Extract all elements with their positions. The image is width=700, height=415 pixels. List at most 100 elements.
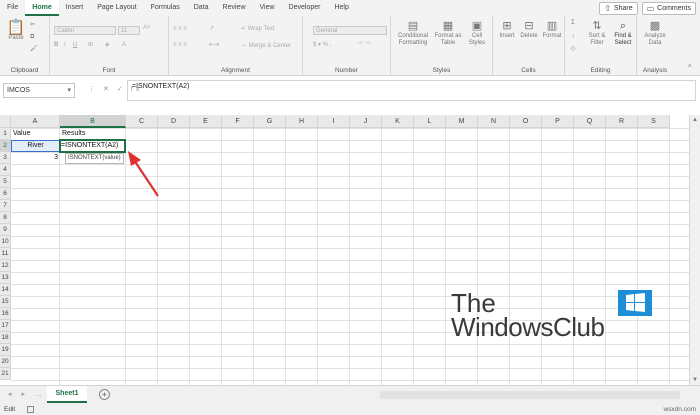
merge-center-button[interactable]: ⇔ Merge & Center (241, 43, 291, 50)
currency-icon[interactable]: $ ▾ % , (313, 42, 331, 49)
increase-font-icon[interactable]: A˄ (143, 25, 151, 32)
clear-icon[interactable]: ◇ (568, 46, 578, 53)
tab-insert[interactable]: Insert (59, 0, 91, 16)
tab-developer[interactable]: Developer (282, 0, 328, 16)
fill-color-icon[interactable]: ◈ (105, 42, 110, 49)
borders-icon[interactable]: ⊞ (88, 42, 93, 49)
row-header-19[interactable]: 19 (0, 344, 11, 356)
column-header-c[interactable]: C (126, 115, 158, 128)
format-painter-icon[interactable]: 🖌 (30, 46, 38, 53)
tab-data[interactable]: Data (187, 0, 216, 16)
tab-page-layout[interactable]: Page Layout (90, 0, 143, 16)
row-header-1[interactable]: 1 (0, 128, 11, 140)
sheet-tab-sheet1[interactable]: Sheet1 (47, 386, 87, 403)
tab-file[interactable]: File (0, 0, 25, 16)
cell-a2[interactable]: River (11, 140, 60, 152)
cell-b2-formula[interactable]: =ISNONTEXT(A2) (61, 140, 118, 152)
row-header-16[interactable]: 16 (0, 308, 11, 320)
column-header-q[interactable]: Q (574, 115, 606, 128)
row-header-4[interactable]: 4 (0, 164, 11, 176)
scroll-up-icon[interactable]: ▲ (692, 117, 698, 123)
column-header-m[interactable]: M (446, 115, 478, 128)
analyze-data-button[interactable]: ▩ Analyze Data (640, 20, 670, 47)
formula-input[interactable]: =ISNONTEXT(A2) (127, 80, 696, 101)
column-header-l[interactable]: L (414, 115, 446, 128)
row-header-15[interactable]: 15 (0, 296, 11, 308)
scroll-down-icon[interactable]: ▼ (692, 377, 698, 383)
name-box[interactable]: IMCOS ▾ (3, 83, 75, 98)
italic-icon[interactable]: I (64, 42, 66, 49)
cut-icon[interactable]: ✂ (30, 22, 35, 29)
column-header-i[interactable]: I (318, 115, 350, 128)
format-cells-button[interactable]: ▥ Format (541, 20, 563, 40)
row-header-7[interactable]: 7 (0, 200, 11, 212)
column-header-s[interactable]: S (638, 115, 670, 128)
row-header-18[interactable]: 18 (0, 332, 11, 344)
column-header-r[interactable]: R (606, 115, 638, 128)
font-name-select[interactable]: Calibri (54, 26, 116, 35)
decimal-icon[interactable]: ⁺⁰ ⁻⁰ (357, 42, 370, 49)
align-left-icon[interactable]: ≡ ≡ ≡ (173, 42, 187, 49)
column-header-d[interactable]: D (158, 115, 190, 128)
column-header-f[interactable]: F (222, 115, 254, 128)
row-header-20[interactable]: 20 (0, 356, 11, 368)
row-header-13[interactable]: 13 (0, 272, 11, 284)
row-header-12[interactable]: 12 (0, 260, 11, 272)
font-size-select[interactable]: 11 (118, 26, 140, 35)
tab-help[interactable]: Help (327, 0, 355, 16)
bold-icon[interactable]: B (54, 42, 58, 49)
row-header-17[interactable]: 17 (0, 320, 11, 332)
underline-icon[interactable]: U (73, 42, 77, 49)
column-header-p[interactable]: P (542, 115, 574, 128)
column-header-j[interactable]: J (350, 115, 382, 128)
vertical-scrollbar[interactable]: ▲ ▼ (689, 115, 700, 385)
column-header-k[interactable]: K (382, 115, 414, 128)
row-header-10[interactable]: 10 (0, 236, 11, 248)
column-header-h[interactable]: H (286, 115, 318, 128)
paste-button[interactable]: 📋 Paste (5, 20, 27, 42)
tab-formulas[interactable]: Formulas (144, 0, 187, 16)
delete-cells-button[interactable]: ⊟ Delete (518, 20, 540, 40)
font-color-icon[interactable]: A (122, 42, 126, 49)
collapse-ribbon-icon[interactable]: ˄ (688, 64, 692, 71)
row-header-5[interactable]: 5 (0, 176, 11, 188)
row-header-6[interactable]: 6 (0, 188, 11, 200)
horizontal-scrollbar[interactable] (380, 391, 680, 399)
row-header-2[interactable]: 2 (0, 140, 11, 152)
column-header-o[interactable]: O (510, 115, 542, 128)
orientation-icon[interactable]: ↗ (209, 26, 214, 33)
cell-styles-button[interactable]: ▣ Cell Styles (465, 20, 489, 47)
number-format-select[interactable]: General (313, 26, 387, 35)
row-header-3[interactable]: 3 (0, 152, 11, 164)
select-all-corner[interactable] (0, 115, 11, 128)
autosum-icon[interactable]: Σ (568, 20, 578, 27)
share-button[interactable]: ⇧ Share (599, 2, 638, 15)
align-top-icon[interactable]: ≡ ≡ ≡ (173, 26, 187, 33)
column-header-a[interactable]: A (11, 115, 60, 128)
row-header-21[interactable]: 21 (0, 368, 11, 380)
sort-filter-button[interactable]: ⇅ Sort & Filter (585, 20, 609, 47)
find-select-button[interactable]: ⌕ Find & Select (610, 20, 636, 47)
format-as-table-button[interactable]: ▦ Format as Table (433, 20, 463, 47)
copy-icon[interactable]: ⧉ (30, 34, 34, 41)
column-header-g[interactable]: G (254, 115, 286, 128)
column-header-n[interactable]: N (478, 115, 510, 128)
wrap-text-button[interactable]: ↵ Wrap Text (241, 26, 275, 33)
sheet-nav-arrows-icon[interactable]: ◂ ▸ … (8, 390, 46, 398)
row-header-8[interactable]: 8 (0, 212, 11, 224)
row-header-14[interactable]: 14 (0, 284, 11, 296)
row-header-9[interactable]: 9 (0, 224, 11, 236)
column-header-e[interactable]: E (190, 115, 222, 128)
conditional-formatting-button[interactable]: ▤ Conditional Formatting (395, 20, 431, 47)
add-sheet-icon[interactable]: + (99, 389, 110, 400)
comments-button[interactable]: ▭ Comments (641, 2, 696, 15)
tab-home[interactable]: Home (25, 0, 59, 16)
tab-view[interactable]: View (253, 0, 282, 16)
cell-a3[interactable]: 3 (11, 152, 58, 164)
tab-review[interactable]: Review (216, 0, 253, 16)
cell-a1[interactable]: Value (13, 128, 30, 140)
fill-icon[interactable]: ↓ (568, 33, 578, 40)
indent-icon[interactable]: ⇤⇥ (209, 42, 219, 49)
column-header-b[interactable]: B (60, 115, 126, 128)
row-header-11[interactable]: 11 (0, 248, 11, 260)
